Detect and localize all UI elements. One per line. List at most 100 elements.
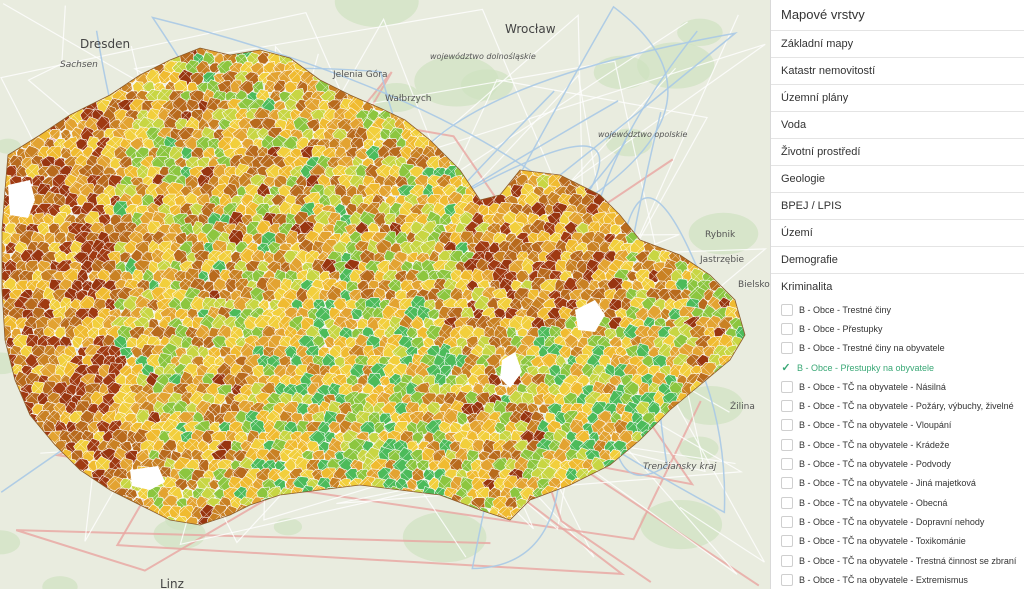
municipality-region (598, 32, 613, 46)
municipality-region (728, 68, 745, 86)
municipality-region (4, 392, 17, 407)
municipality-region (758, 478, 770, 490)
municipality-region (356, 34, 369, 46)
municipality-region (718, 505, 735, 522)
municipality-region (3, 449, 18, 463)
municipality-region (674, 182, 693, 201)
category-territory[interactable]: Území (771, 220, 1024, 247)
municipality-region (706, 127, 722, 141)
layer-item[interactable]: B - Obce - TČ na obyvatele - Obecná (771, 493, 1024, 512)
checkbox[interactable] (781, 573, 793, 586)
municipality-region (740, 467, 745, 483)
layer-item[interactable]: B - Obce - TČ na obyvatele - Toxikománie (771, 532, 1024, 551)
municipality-region (635, 193, 650, 208)
checkbox[interactable] (781, 535, 793, 548)
municipality-region (608, 504, 625, 522)
municipality-region (721, 77, 739, 95)
layer-item[interactable]: B - Obce - Trestné činy (771, 300, 1024, 319)
municipality-region (712, 136, 729, 152)
municipality-region (641, 108, 656, 122)
checkbox[interactable] (781, 400, 793, 413)
municipality-region (388, 524, 406, 525)
layer-item[interactable]: B - Obce - Trestné činy na obyvatele (771, 339, 1024, 358)
layer-item[interactable]: B - Obce - TČ na obyvatele - Trestná čin… (771, 551, 1024, 570)
municipality-region (618, 48, 638, 49)
checkbox[interactable] (781, 458, 793, 471)
municipality-region (4, 468, 19, 482)
checkbox[interactable] (781, 342, 793, 355)
municipality-region (430, 107, 448, 125)
city-label: Linz (160, 577, 184, 589)
municipality-region (744, 476, 745, 493)
checkbox[interactable] (781, 515, 793, 528)
layer-item[interactable]: ✓ B - Obce - Přestupky na obyvatele (771, 358, 1024, 377)
layer-item[interactable]: B - Obce - TČ na obyvatele - Jiná majetk… (771, 474, 1024, 493)
municipality-region (723, 118, 740, 134)
municipality-region (740, 297, 745, 311)
checkbox[interactable] (781, 438, 793, 451)
category-crime[interactable]: Kriminalita (771, 274, 1024, 300)
municipality-region (6, 458, 24, 475)
checkbox[interactable] (781, 477, 793, 490)
municipality-region (34, 68, 51, 87)
municipality-region (37, 469, 50, 483)
checkmark-icon[interactable]: ✓ (781, 361, 791, 374)
checkbox[interactable] (781, 554, 793, 567)
municipality-region (739, 70, 745, 87)
municipality-region (2, 421, 12, 436)
layer-item[interactable]: B - Obce - Přestupky (771, 319, 1024, 338)
municipality-region (752, 468, 767, 483)
municipality-region (601, 495, 621, 512)
municipality-region (353, 522, 374, 525)
municipality-region (112, 69, 129, 86)
municipality-region (10, 48, 24, 57)
municipality-region (268, 505, 283, 522)
municipality-region (36, 51, 51, 66)
layer-item[interactable]: B - Obce - TČ na obyvatele - Vloupání (771, 416, 1024, 435)
municipality-region (741, 90, 745, 105)
map-view[interactable]: Dresden Wrocław Linz Jelenia Góra Wałbrz… (0, 0, 770, 589)
category-water[interactable]: Voda (771, 112, 1024, 139)
municipality-region (717, 165, 733, 180)
layer-item[interactable]: B - Obce - TČ na obyvatele - Extremismus (771, 570, 1024, 589)
category-base-maps[interactable]: Základní mapy (771, 31, 1024, 58)
layer-item[interactable]: B - Obce - TČ na obyvatele - Násilná (771, 377, 1024, 396)
municipality-region (695, 162, 713, 182)
category-geology[interactable]: Geologie (771, 166, 1024, 193)
checkbox[interactable] (781, 322, 793, 335)
layer-item[interactable]: B - Obce - TČ na obyvatele - Dopravní ne… (771, 512, 1024, 531)
municipality-region (2, 48, 8, 49)
category-environment[interactable]: Životní prostředí (771, 139, 1024, 166)
municipality-region (694, 146, 712, 163)
municipality-region (736, 156, 745, 171)
category-demography[interactable]: Demografie (771, 247, 1024, 274)
municipality-region (744, 494, 745, 512)
municipality-region (332, 50, 350, 68)
municipality-region (728, 371, 745, 388)
municipality-region (2, 118, 13, 135)
checkbox[interactable] (781, 303, 793, 316)
municipality-region (711, 193, 728, 209)
map-canvas[interactable] (0, 0, 770, 589)
municipality-region (585, 108, 602, 125)
municipality-region (686, 182, 702, 200)
municipality-region (696, 184, 711, 198)
category-cadastre[interactable]: Katastr nemovitostí (771, 58, 1024, 85)
category-bpej-lpis[interactable]: BPEJ / LPIS (771, 193, 1024, 220)
municipality-region (757, 81, 770, 93)
municipality-region (25, 88, 43, 106)
municipality-region (327, 48, 344, 58)
municipality-region (758, 516, 770, 530)
checkbox[interactable] (781, 380, 793, 393)
category-zoning-plans[interactable]: Územní plány (771, 85, 1024, 112)
checkbox[interactable] (781, 419, 793, 432)
municipality-region (81, 487, 95, 501)
layer-item[interactable]: B - Obce - TČ na obyvatele - Požáry, výb… (771, 396, 1024, 415)
municipality-region (2, 514, 13, 525)
checkbox[interactable] (781, 496, 793, 509)
municipality-region (757, 441, 770, 453)
layer-item[interactable]: B - Obce - TČ na obyvatele - Podvody (771, 454, 1024, 473)
municipality-region (572, 484, 594, 503)
municipality-region (2, 68, 20, 87)
layer-item[interactable]: B - Obce - TČ na obyvatele - Krádeže (771, 435, 1024, 454)
